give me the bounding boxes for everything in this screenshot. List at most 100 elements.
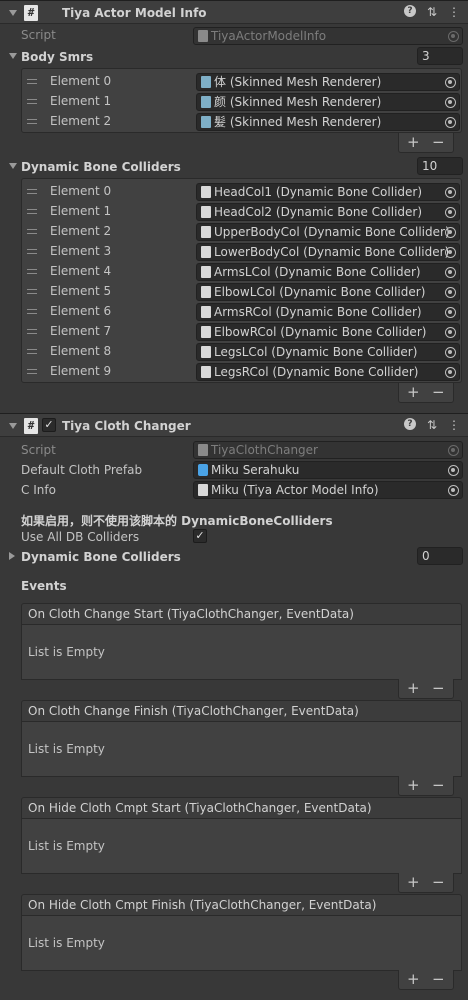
add-event-button[interactable]: +	[407, 970, 420, 988]
object-picker-icon[interactable]	[445, 267, 456, 278]
drag-handle-icon[interactable]	[27, 119, 37, 124]
remove-element-button[interactable]: −	[432, 383, 445, 401]
drag-handle-icon[interactable]	[27, 99, 37, 104]
element-label: Element 3	[50, 244, 112, 258]
element-object-field[interactable]: ElbowRCol (Dynamic Bone Collider)	[196, 323, 460, 341]
drag-handle-icon[interactable]	[27, 329, 37, 334]
body-smrs-size-field[interactable]: 3	[417, 47, 463, 65]
add-element-button[interactable]: +	[407, 133, 420, 151]
add-element-button[interactable]: +	[407, 383, 420, 401]
preset-icon[interactable]: ⇅	[426, 5, 438, 19]
element-object-field[interactable]: LegsLCol (Dynamic Bone Collider)	[196, 343, 460, 361]
object-picker-icon[interactable]	[445, 347, 456, 358]
object-picker-icon[interactable]	[448, 465, 459, 476]
component-enabled-checkbox[interactable]: ✓	[42, 418, 56, 432]
cs-script-icon	[201, 286, 211, 298]
drag-handle-icon[interactable]	[27, 289, 37, 294]
cs-script-icon	[201, 186, 211, 198]
element-label: Element 2	[50, 114, 112, 128]
object-picker-icon[interactable]	[445, 117, 456, 128]
element-object-field[interactable]: ElbowLCol (Dynamic Bone Collider)	[196, 283, 460, 301]
help-icon[interactable]: ?	[404, 5, 416, 17]
add-event-button[interactable]: +	[407, 679, 420, 697]
object-picker-icon[interactable]	[445, 327, 456, 338]
object-picker-icon[interactable]	[445, 227, 456, 238]
list-empty-label: List is Empty	[28, 936, 105, 950]
script-icon: #	[24, 5, 38, 21]
remove-event-button[interactable]: −	[432, 679, 445, 697]
skinned-mesh-icon	[201, 116, 211, 128]
drag-handle-icon[interactable]	[27, 269, 37, 274]
element-label: Element 0	[50, 184, 112, 198]
dbc-size-field[interactable]: 10	[417, 157, 463, 175]
drag-handle-icon[interactable]	[27, 369, 37, 374]
object-picker-icon[interactable]	[445, 207, 456, 218]
remove-event-button[interactable]: −	[432, 970, 445, 988]
cloth-changer-header[interactable]: # ✓ Tiya Cloth Changer ? ⇅ ⋮	[0, 413, 468, 437]
body-smrs-list-footer: + −	[398, 133, 454, 153]
element-label: Element 0	[50, 74, 112, 88]
object-picker-icon[interactable]	[445, 287, 456, 298]
add-event-button[interactable]: +	[407, 873, 420, 891]
cs-script-icon	[201, 206, 211, 218]
object-picker-icon[interactable]	[445, 367, 456, 378]
cs-script-icon	[201, 266, 211, 278]
drag-handle-icon[interactable]	[27, 349, 37, 354]
dbc-size-field[interactable]: 0	[417, 547, 463, 565]
element-label: Element 1	[50, 204, 112, 218]
element-object-field[interactable]: LegsRCol (Dynamic Bone Collider)	[196, 363, 460, 381]
element-object-field[interactable]: HeadCol1 (Dynamic Bone Collider)	[196, 183, 460, 201]
drag-handle-icon[interactable]	[27, 229, 37, 234]
element-object-field[interactable]: HeadCol2 (Dynamic Bone Collider)	[196, 203, 460, 221]
help-icon[interactable]: ?	[404, 418, 416, 430]
drag-handle-icon[interactable]	[27, 189, 37, 194]
event-list-body: List is Empty	[21, 916, 462, 971]
c-info-field[interactable]: Miku (Tiya Actor Model Info)	[193, 481, 463, 499]
object-picker-icon[interactable]	[445, 187, 456, 198]
cs-script-icon	[198, 484, 208, 496]
collapse-arrow-icon[interactable]	[9, 10, 17, 16]
actor-model-info-header[interactable]: # Tiya Actor Model Info ? ⇅ ⋮	[0, 0, 468, 24]
object-picker-icon[interactable]	[445, 307, 456, 318]
remove-element-button[interactable]: −	[432, 133, 445, 151]
drag-handle-icon[interactable]	[27, 249, 37, 254]
skinned-mesh-icon	[201, 96, 211, 108]
remove-event-button[interactable]: −	[432, 776, 445, 794]
element-object-field[interactable]: 体 (Skinned Mesh Renderer)	[196, 73, 460, 91]
dbc-list-footer: + −	[398, 383, 454, 403]
default-cloth-prefab-field[interactable]: Miku Serahuku	[193, 461, 463, 479]
element-label: Element 5	[50, 284, 112, 298]
element-object-field[interactable]: ArmsRCol (Dynamic Bone Collider)	[196, 303, 460, 321]
object-picker-icon[interactable]	[445, 247, 456, 258]
dbc-label[interactable]: Dynamic Bone Colliders	[21, 550, 181, 564]
event-list-footer: + −	[398, 873, 454, 893]
dbc-label[interactable]: Dynamic Bone Colliders	[21, 160, 181, 174]
drag-handle-icon[interactable]	[27, 79, 37, 84]
add-event-button[interactable]: +	[407, 776, 420, 794]
body-smrs-label[interactable]: Body Smrs	[21, 50, 93, 64]
remove-event-button[interactable]: −	[432, 873, 445, 891]
element-object-field[interactable]: 髪 (Skinned Mesh Renderer)	[196, 113, 460, 131]
object-picker-icon[interactable]	[445, 77, 456, 88]
element-object-field[interactable]: 颜 (Skinned Mesh Renderer)	[196, 93, 460, 111]
drag-handle-icon[interactable]	[27, 209, 37, 214]
body-smrs-foldout-arrow-icon[interactable]	[9, 53, 17, 59]
element-label: Element 7	[50, 324, 112, 338]
context-menu-icon[interactable]: ⋮	[448, 5, 460, 19]
object-picker-icon	[448, 31, 459, 42]
object-picker-icon[interactable]	[445, 97, 456, 108]
event-list-body: List is Empty	[21, 625, 462, 680]
preset-icon[interactable]: ⇅	[426, 418, 438, 432]
drag-handle-icon[interactable]	[27, 309, 37, 314]
dbc-foldout-arrow-icon[interactable]	[9, 552, 15, 560]
element-object-field[interactable]: ArmsLCol (Dynamic Bone Collider)	[196, 263, 460, 281]
element-object-field[interactable]: LowerBodyCol (Dynamic Bone Collider)	[196, 243, 460, 261]
collapse-arrow-icon[interactable]	[9, 423, 17, 429]
element-object-field[interactable]: UpperBodyCol (Dynamic Bone Collider)	[196, 223, 460, 241]
element-label: Element 9	[50, 364, 112, 378]
cs-script-icon	[201, 246, 211, 258]
dbc-foldout-arrow-icon[interactable]	[9, 163, 17, 169]
context-menu-icon[interactable]: ⋮	[448, 418, 460, 432]
object-picker-icon[interactable]	[448, 485, 459, 496]
use-all-db-checkbox[interactable]: ✓	[193, 529, 207, 543]
